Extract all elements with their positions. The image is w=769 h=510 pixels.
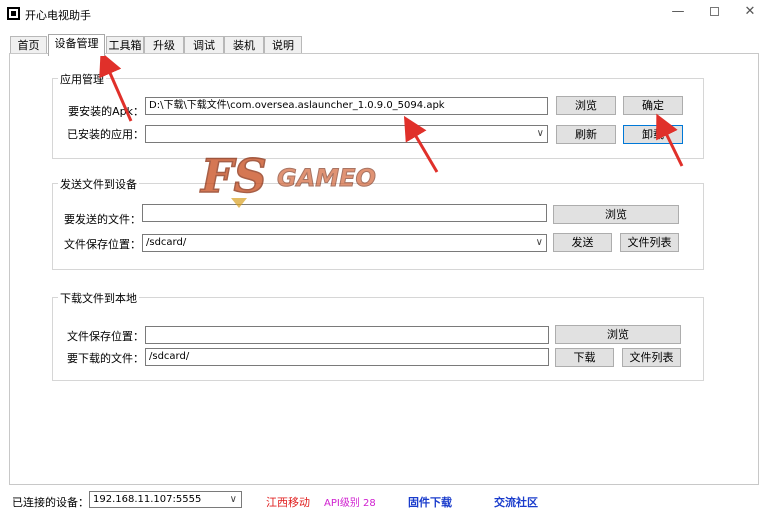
download-button[interactable]: 下载 bbox=[555, 348, 614, 367]
window-title: 开心电视助手 bbox=[25, 9, 91, 22]
apk-path-input[interactable]: D:\下载\下载文件\com.oversea.aslauncher_1.0.9.… bbox=[145, 97, 548, 115]
minimize-button[interactable]: — bbox=[660, 0, 696, 24]
download-save-location-label: 文件保存位置： bbox=[67, 330, 144, 343]
apk-browse-button[interactable]: 浏览 bbox=[556, 96, 616, 115]
send-browse-button[interactable]: 浏览 bbox=[553, 205, 679, 224]
chevron-down-icon: ∨ bbox=[535, 237, 543, 248]
send-save-location-label: 文件保存位置： bbox=[64, 238, 141, 251]
apk-label: 要安装的Apk： bbox=[68, 105, 144, 118]
api-level-label: API级别 28 bbox=[324, 498, 376, 509]
uninstall-button[interactable]: 卸载 bbox=[623, 125, 683, 144]
download-browse-button[interactable]: 浏览 bbox=[555, 325, 681, 344]
chevron-down-icon: ∨ bbox=[229, 494, 237, 505]
confirm-install-button[interactable]: 确定 bbox=[623, 96, 683, 115]
download-save-location-input[interactable] bbox=[145, 326, 549, 344]
download-file-title: 下载文件到本地 bbox=[58, 290, 139, 306]
community-link[interactable]: 交流社区 bbox=[494, 494, 538, 510]
connected-device-value: 192.168.11.107:5555 bbox=[93, 494, 202, 505]
send-filelist-button[interactable]: 文件列表 bbox=[620, 233, 679, 252]
send-file-label: 要发送的文件： bbox=[64, 213, 141, 226]
download-file-label: 要下载的文件： bbox=[67, 352, 144, 365]
watermark-letters: FS bbox=[199, 149, 267, 203]
connected-device-label: 已连接的设备： bbox=[12, 496, 89, 509]
send-save-location-value: /sdcard/ bbox=[146, 237, 187, 248]
app-manage-title: 应用管理 bbox=[58, 71, 106, 87]
connected-device-select[interactable]: 192.168.11.107:5555 ∨ bbox=[89, 491, 242, 508]
refresh-button[interactable]: 刷新 bbox=[556, 125, 616, 144]
download-filelist-button[interactable]: 文件列表 bbox=[622, 348, 681, 367]
installed-apps-label: 已安装的应用： bbox=[67, 128, 144, 141]
tab-device-manage[interactable]: 设备管理 bbox=[48, 34, 105, 56]
title-bar: 开心电视助手 — ✕ bbox=[0, 0, 769, 30]
carrier-label: 江西移动 bbox=[266, 496, 310, 509]
watermark-arrow-icon bbox=[231, 198, 247, 208]
chevron-down-icon: ∨ bbox=[536, 128, 544, 139]
send-button[interactable]: 发送 bbox=[553, 233, 612, 252]
watermark-text: GAMEO bbox=[277, 164, 376, 192]
app-icon bbox=[7, 7, 20, 20]
download-file-input[interactable]: /sdcard/ bbox=[145, 348, 549, 366]
firmware-download-link[interactable]: 固件下载 bbox=[408, 494, 452, 510]
close-button[interactable]: ✕ bbox=[732, 0, 768, 24]
maximize-icon bbox=[709, 7, 719, 16]
fsgameo-watermark-logo: FS GAMEO bbox=[198, 148, 376, 208]
send-file-title: 发送文件到设备 bbox=[58, 176, 139, 192]
send-save-location-select[interactable]: /sdcard/ ∨ bbox=[142, 234, 547, 252]
maximize-button[interactable] bbox=[696, 0, 732, 24]
